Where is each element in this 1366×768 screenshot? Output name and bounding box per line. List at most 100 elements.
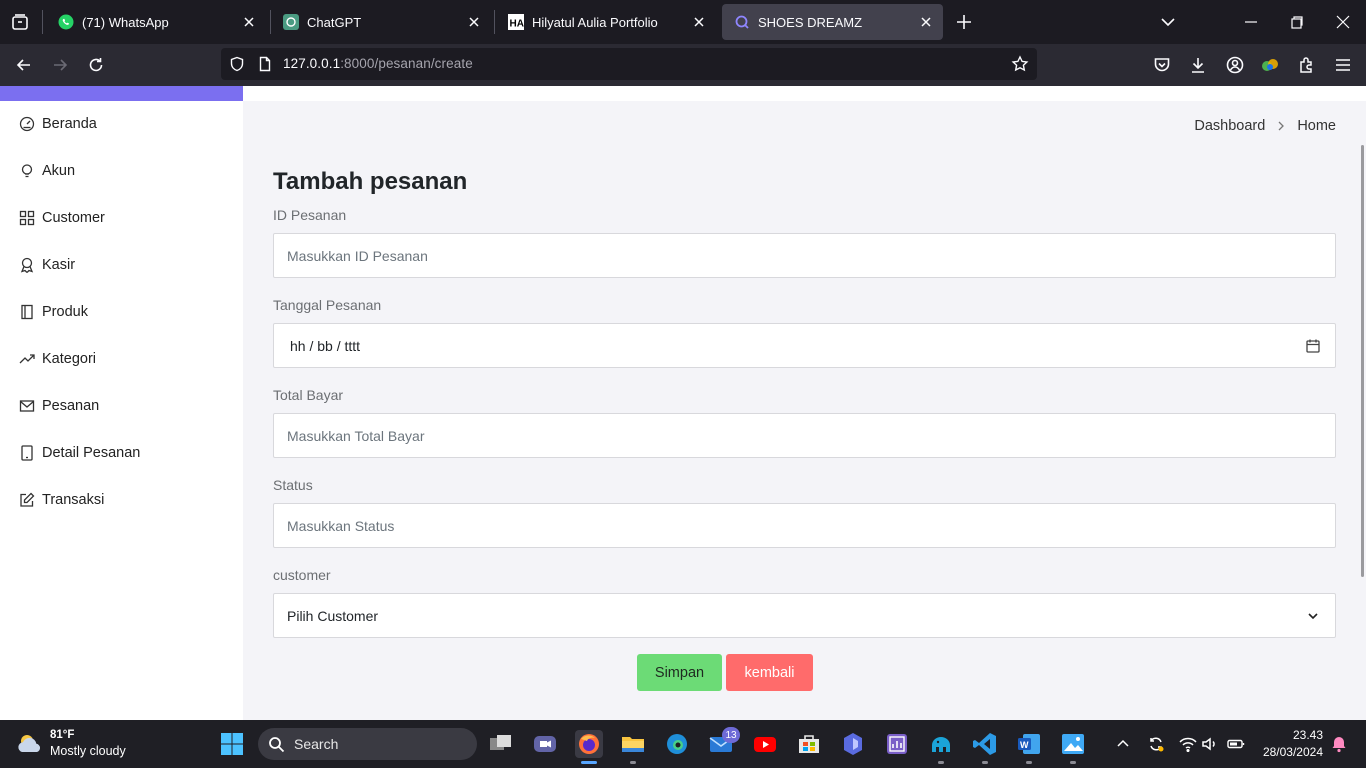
hexagon-app-icon[interactable] (839, 730, 867, 758)
shield-icon[interactable] (229, 56, 245, 72)
weather-description: Mostly cloudy (50, 744, 126, 758)
customer-select[interactable]: Pilih Customer (273, 593, 1336, 638)
list-all-tabs-icon[interactable] (10, 12, 30, 32)
youtube-icon[interactable] (751, 730, 779, 758)
breadcrumb: Dashboard Home (1194, 118, 1336, 134)
page-icon[interactable] (257, 56, 273, 72)
lightbulb-icon (18, 162, 36, 180)
account-icon[interactable] (1225, 55, 1245, 75)
tab-separator (42, 10, 43, 34)
chevron-down-icon[interactable] (1158, 12, 1178, 32)
url-bar[interactable]: 127.0.0.1:8000/pesanan/create (221, 48, 1037, 80)
total-bayar-label: Total Bayar (273, 387, 344, 403)
browser-tab-bar: (71) WhatsApp ChatGPT HA Hilyatul Aulia … (0, 0, 1366, 44)
back-arrow-icon[interactable] (14, 55, 34, 75)
breadcrumb-home[interactable]: Home (1297, 118, 1336, 134)
sidebar-item-akun[interactable]: Akun (18, 159, 75, 183)
elephant-app-icon[interactable] (927, 730, 955, 758)
total-bayar-input[interactable]: Masukkan Total Bayar (273, 413, 1336, 458)
tanggal-pesanan-input[interactable]: hh / bb / tttt (273, 323, 1336, 368)
weather-cloudy-icon[interactable] (14, 730, 46, 758)
breadcrumb-dashboard[interactable]: Dashboard (1194, 118, 1265, 134)
chart-app-icon[interactable] (883, 730, 911, 758)
whatsapp-icon (58, 14, 74, 30)
tab-whatsapp[interactable]: (71) WhatsApp (46, 4, 266, 40)
url-host: 127.0.0.1 (283, 56, 341, 71)
search-label: Search (294, 736, 339, 752)
close-tab-icon[interactable] (690, 13, 708, 31)
dashboard-gauge-icon (18, 115, 36, 133)
search-q-icon (734, 14, 750, 30)
pocket-icon[interactable] (1152, 55, 1172, 75)
chevron-down-icon (1305, 608, 1321, 624)
tanggal-pesanan-label: Tanggal Pesanan (273, 297, 382, 313)
search-icon (268, 736, 285, 753)
active-app-indicator (581, 761, 597, 764)
calendar-icon[interactable] (1305, 338, 1321, 354)
photos-app-icon[interactable] (1059, 730, 1087, 758)
file-explorer-icon[interactable] (619, 730, 647, 758)
customer-label: customer (273, 567, 331, 583)
sidebar-item-transaksi[interactable]: Transaksi (18, 488, 104, 512)
sidebar-item-label: Detail Pesanan (42, 445, 141, 461)
app-running-indicator (630, 761, 636, 764)
extensions-puzzle-icon[interactable] (1297, 55, 1317, 75)
tab-title: ChatGPT (307, 15, 362, 30)
sidebar-item-beranda[interactable]: Beranda (18, 112, 97, 136)
forward-arrow-icon[interactable] (50, 55, 70, 75)
scrollbar-thumb[interactable] (1361, 145, 1364, 577)
sidebar-item-label: Transaksi (42, 492, 105, 508)
new-tab-plus-icon[interactable] (954, 12, 974, 32)
tab-portfolio[interactable]: HA Hilyatul Aulia Portfolio (496, 4, 716, 40)
award-icon (18, 256, 36, 274)
bookmark-star-icon[interactable] (1011, 55, 1029, 73)
edge-icon[interactable] (663, 730, 691, 758)
tab-title: (71) WhatsApp (82, 15, 169, 30)
extension-colorful-icon[interactable] (1260, 55, 1280, 75)
status-input[interactable]: Masukkan Status (273, 503, 1336, 548)
kembali-button[interactable]: kembali (726, 654, 813, 691)
store-icon[interactable] (795, 730, 823, 758)
sidebar-brand-bar (0, 86, 243, 101)
id-pesanan-input[interactable]: Masukkan ID Pesanan (273, 233, 1336, 278)
notification-bell-icon[interactable] (1329, 734, 1349, 754)
close-window-icon[interactable] (1333, 12, 1353, 32)
sidebar-item-detail-pesanan[interactable]: Detail Pesanan (18, 441, 140, 465)
sidebar-item-customer[interactable]: Customer (18, 206, 105, 230)
close-tab-icon[interactable] (240, 13, 258, 31)
sidebar-item-pesanan[interactable]: Pesanan (18, 394, 99, 418)
chevron-up-icon[interactable] (1113, 734, 1133, 754)
wifi-icon[interactable] (1178, 734, 1198, 754)
url-text: 127.0.0.1:8000/pesanan/create (283, 56, 473, 71)
minimize-icon[interactable] (1241, 12, 1261, 32)
simpan-button[interactable]: Simpan (637, 654, 722, 691)
download-icon[interactable] (1188, 55, 1208, 75)
sidebar-item-label: Kategori (42, 351, 97, 367)
reload-icon[interactable] (86, 55, 106, 75)
volume-icon[interactable] (1200, 734, 1220, 754)
taskbar-search[interactable]: Search (258, 728, 477, 760)
restore-icon[interactable] (1287, 12, 1307, 32)
id-pesanan-label: ID Pesanan (273, 207, 347, 223)
close-tab-icon[interactable] (917, 13, 935, 31)
vscode-icon[interactable] (971, 730, 999, 758)
sidebar-item-kasir[interactable]: Kasir (18, 253, 75, 277)
windows-start-icon[interactable] (220, 732, 244, 756)
tab-chatgpt[interactable]: ChatGPT (271, 4, 491, 40)
sidebar-item-label: Pesanan (42, 398, 100, 414)
sidebar-item-kategori[interactable]: Kategori (18, 347, 96, 371)
task-view-icon[interactable] (487, 730, 515, 758)
sync-icon[interactable] (1146, 734, 1166, 754)
top-header-strip (243, 86, 1366, 101)
meet-camera-icon[interactable] (531, 730, 559, 758)
word-icon[interactable]: W (1015, 730, 1043, 758)
portfolio-icon: HA (508, 14, 524, 30)
tab-title: Hilyatul Aulia Portfolio (532, 15, 658, 30)
sidebar-item-label: Customer (42, 210, 105, 226)
sidebar-item-produk[interactable]: Produk (18, 300, 88, 324)
hamburger-menu-icon[interactable] (1333, 55, 1353, 75)
close-tab-icon[interactable] (465, 13, 483, 31)
firefox-icon[interactable] (575, 730, 603, 758)
battery-icon[interactable] (1226, 734, 1246, 754)
tab-shoes-dreamz[interactable]: SHOES DREAMZ (722, 4, 943, 40)
